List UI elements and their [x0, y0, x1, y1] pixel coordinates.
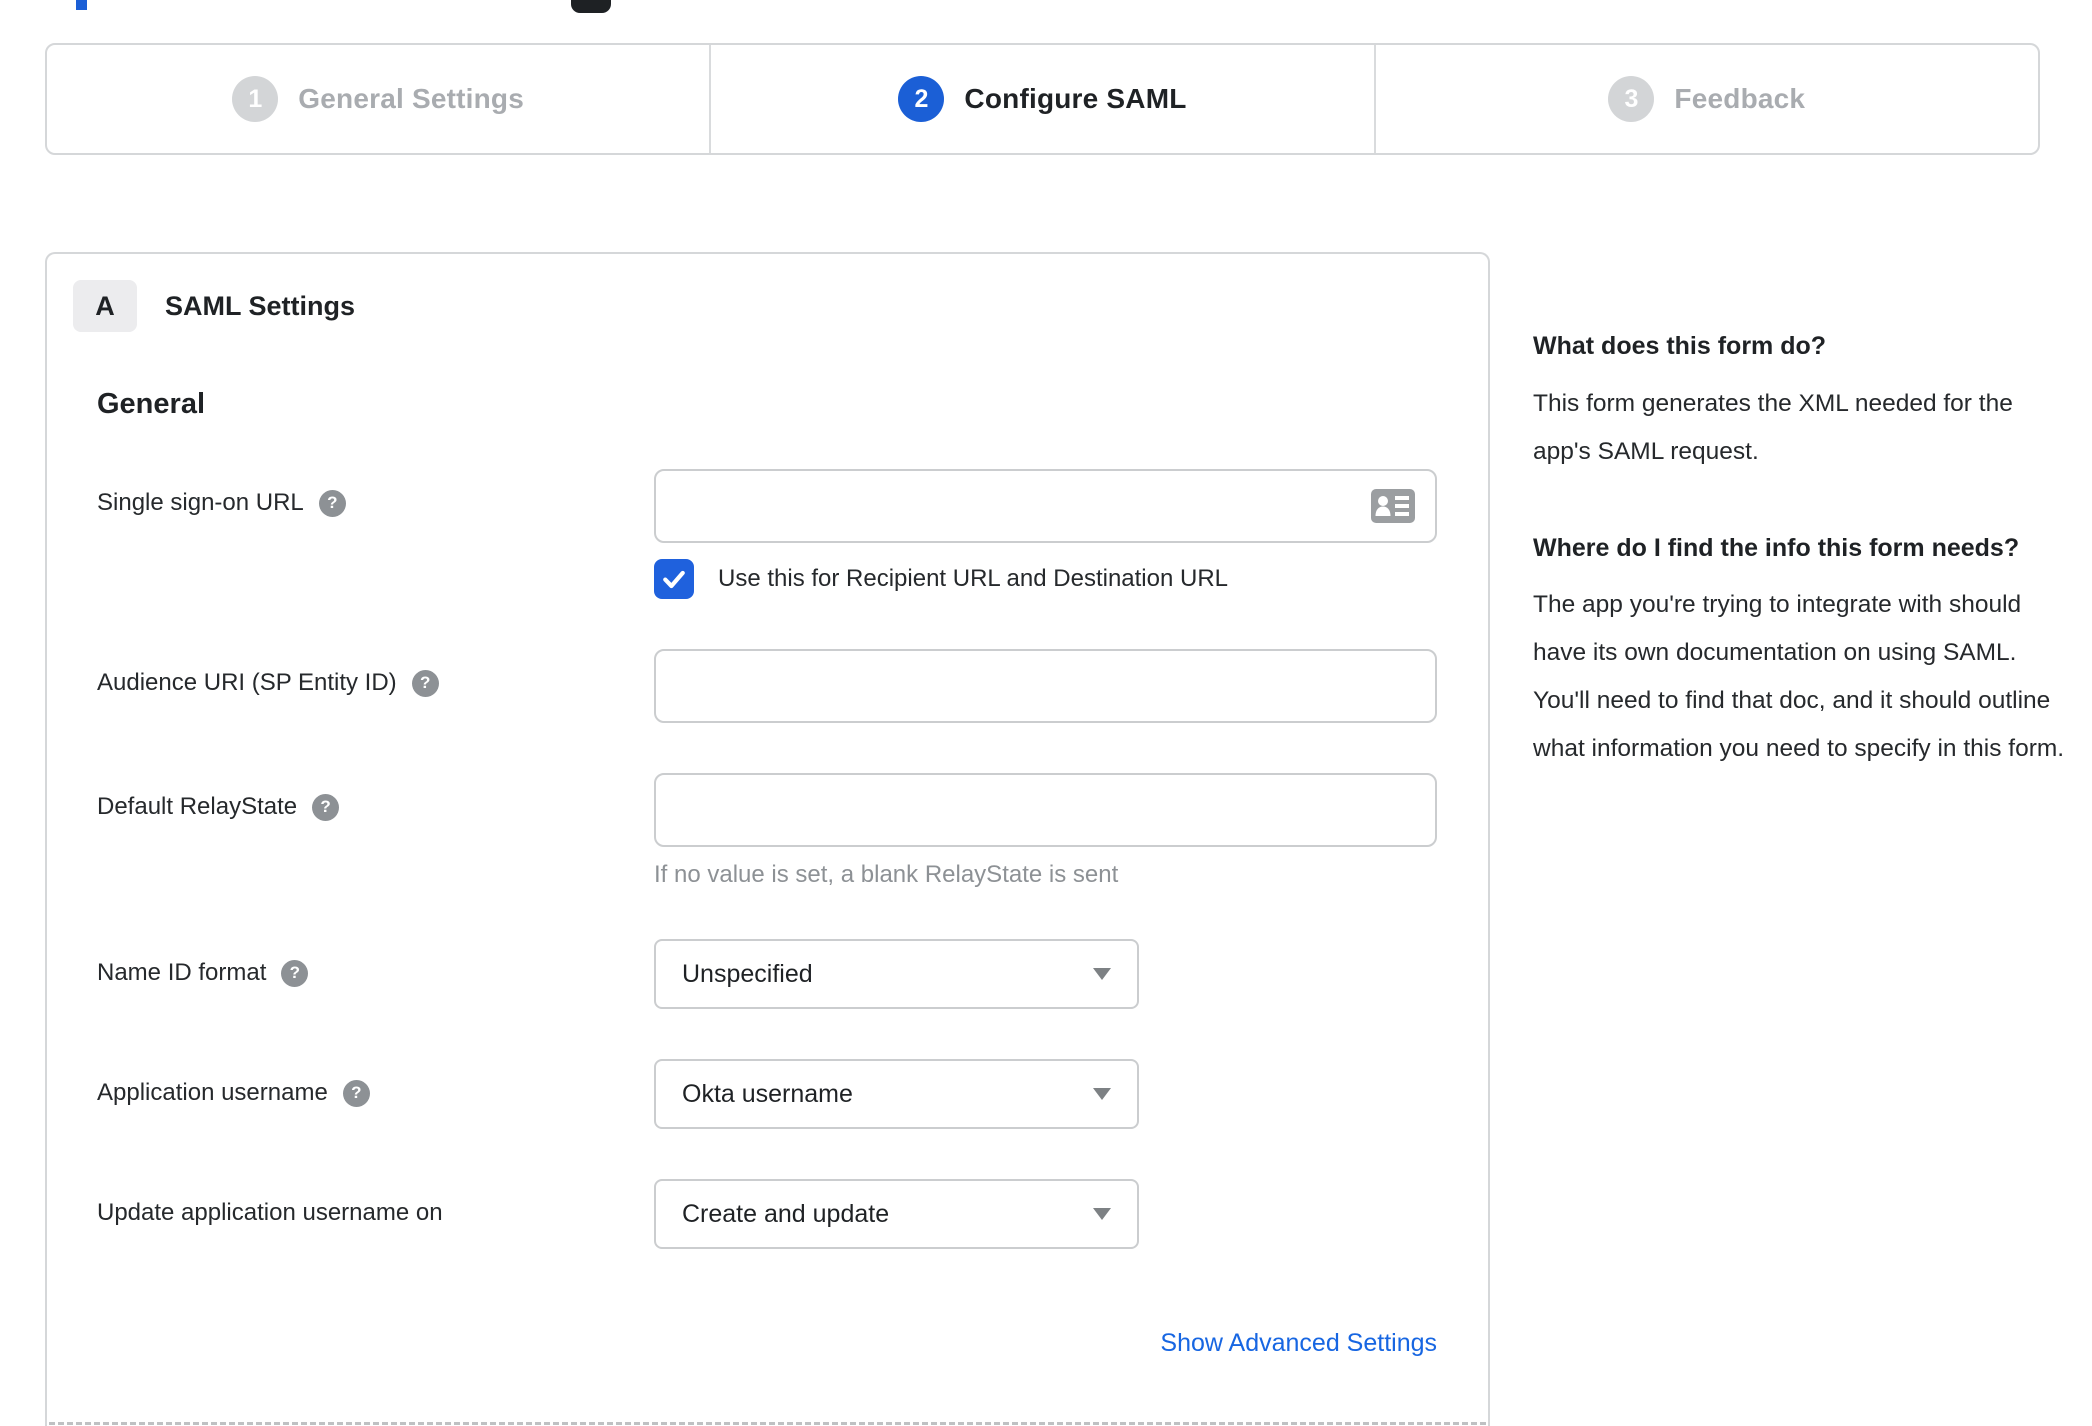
field-row-sso-url: Single sign-on URL ? Use this for Recipi… [97, 469, 1488, 599]
relaystate-label: Default RelayState [97, 793, 298, 820]
help-icon[interactable]: ? [411, 669, 439, 697]
step-number-badge: 3 [1608, 76, 1655, 122]
help-icon[interactable]: ? [312, 793, 340, 821]
field-control [654, 649, 1437, 723]
saml-settings-panel: A SAML Settings General Single sign-on U… [45, 252, 1490, 1426]
name-id-format-select[interactable]: Unspecified [654, 939, 1139, 1009]
application-username-select[interactable]: Okta username [654, 1059, 1139, 1129]
field-row-name-id-format: Name ID format ? Unspecified [97, 939, 1488, 1009]
relaystate-hint: If no value is set, a blank RelayState i… [654, 861, 1119, 888]
field-row-application-username: Application username ? Okta username [97, 1059, 1488, 1129]
selected-value: Create and update [682, 1199, 890, 1228]
step-general-settings[interactable]: 1 General Settings [47, 45, 709, 153]
panel-title: SAML Settings [165, 290, 356, 321]
section-a-badge: A [73, 280, 137, 332]
name-id-format-label: Name ID format [97, 959, 267, 986]
help-icon[interactable]: ? [342, 1079, 370, 1107]
step-label: Configure SAML [964, 83, 1187, 114]
help-icon[interactable]: ? [318, 489, 346, 517]
sso-url-label: Single sign-on URL [97, 489, 304, 516]
recipient-url-checkbox-row: Use this for Recipient URL and Destinati… [654, 559, 1437, 599]
field-control: Unspecified [654, 939, 1437, 1009]
cutoff-blue-fragment [76, 0, 87, 10]
field-label-wrap: Update application username on [97, 1179, 654, 1227]
field-label-wrap: Audience URI (SP Entity ID) ? [97, 649, 654, 697]
step-feedback[interactable]: 3 Feedback [1373, 45, 2038, 153]
general-section-title: General [97, 388, 205, 420]
relaystate-input[interactable] [654, 773, 1437, 847]
show-advanced-settings-link[interactable]: Show Advanced Settings [1160, 1329, 1437, 1357]
help-sidebar: What does this form do? This form genera… [1533, 328, 2073, 827]
chevron-down-icon [1093, 1208, 1111, 1220]
step-number-badge: 1 [232, 76, 279, 122]
recipient-url-checkbox[interactable] [654, 559, 694, 599]
sidebar-heading-where: Where do I find the info this form needs… [1533, 533, 2020, 562]
sidebar-paragraph-where: The app you're trying to integrate with … [1533, 591, 2065, 762]
field-label-wrap: Single sign-on URL ? [97, 469, 654, 517]
field-label-wrap: Default RelayState ? [97, 773, 654, 821]
advanced-settings-row: Show Advanced Settings [97, 1329, 1437, 1358]
recipient-url-checkbox-label[interactable]: Use this for Recipient URL and Destinati… [718, 565, 1228, 593]
application-username-label: Application username [97, 1079, 328, 1106]
field-row-audience-uri: Audience URI (SP Entity ID) ? [97, 649, 1488, 723]
field-label-wrap: Name ID format ? [97, 939, 654, 987]
panel-header: A SAML Settings [73, 280, 1488, 332]
selected-value: Unspecified [682, 959, 813, 988]
audience-uri-input[interactable] [654, 649, 1437, 723]
field-control: Okta username [654, 1059, 1437, 1129]
step-label: Feedback [1674, 83, 1806, 114]
sso-url-input[interactable] [654, 469, 1437, 543]
field-row-update-username: Update application username on Create an… [97, 1179, 1488, 1249]
step-number-badge: 2 [898, 76, 945, 122]
selected-value: Okta username [682, 1079, 853, 1108]
wizard-stepper: 1 General Settings 2 Configure SAML 3 Fe… [45, 43, 2040, 155]
field-control: Use this for Recipient URL and Destinati… [654, 469, 1437, 599]
update-username-label: Update application username on [97, 1199, 443, 1226]
step-configure-saml[interactable]: 2 Configure SAML [709, 45, 1373, 153]
cutoff-dark-icon-fragment [571, 0, 611, 13]
sidebar-heading-what: What does this form do? [1533, 332, 1827, 360]
field-row-relaystate: Default RelayState ? If no value is set,… [97, 773, 1488, 889]
step-label: General Settings [298, 83, 525, 114]
saml-form: Single sign-on URL ? Use this for Recipi… [97, 469, 1488, 1358]
audience-uri-label: Audience URI (SP Entity ID) [97, 669, 397, 696]
update-username-select[interactable]: Create and update [654, 1179, 1139, 1249]
panel-bottom-dashed-divider [49, 1422, 1486, 1425]
field-control: If no value is set, a blank RelayState i… [654, 773, 1437, 889]
sidebar-paragraph-what: This form generates the XML needed for t… [1533, 389, 2013, 465]
sso-url-input-wrap [654, 469, 1437, 543]
checkmark-icon [663, 570, 685, 589]
help-icon[interactable]: ? [281, 959, 309, 987]
contact-card-icon [1371, 489, 1415, 528]
field-label-wrap: Application username ? [97, 1059, 654, 1107]
field-control: Create and update [654, 1179, 1437, 1249]
chevron-down-icon [1093, 1088, 1111, 1100]
chevron-down-icon [1093, 968, 1111, 980]
